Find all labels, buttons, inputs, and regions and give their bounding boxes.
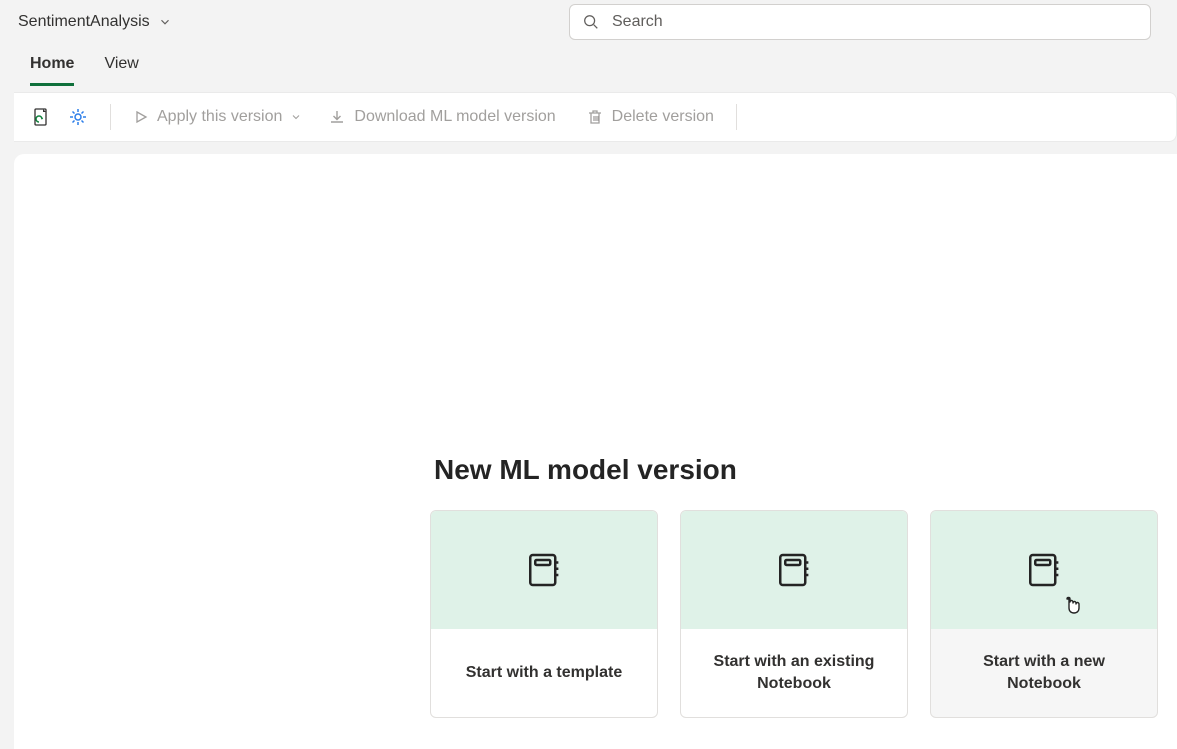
chevron-down-icon xyxy=(290,111,302,123)
separator xyxy=(110,104,111,130)
search-box[interactable] xyxy=(569,4,1151,40)
card-illustration xyxy=(431,511,657,629)
apply-version-label: Apply this version xyxy=(157,108,282,126)
card-start-template[interactable]: Start with a template xyxy=(430,510,658,718)
tab-view[interactable]: View xyxy=(104,55,138,86)
download-version-label: Download ML model version xyxy=(354,108,555,126)
gear-icon[interactable] xyxy=(68,107,88,127)
notebook-icon xyxy=(524,550,564,590)
notebook-icon xyxy=(774,550,814,590)
chevron-down-icon xyxy=(158,15,172,29)
search-input[interactable] xyxy=(610,12,1138,32)
command-bar: Apply this version Download ML model ver… xyxy=(14,92,1177,142)
download-version-button[interactable]: Download ML model version xyxy=(328,108,555,126)
apply-version-button[interactable]: Apply this version xyxy=(133,108,302,126)
delete-version-button[interactable]: Delete version xyxy=(586,108,714,126)
card-start-new-notebook[interactable]: Start with a new Notebook xyxy=(930,510,1158,718)
card-illustration xyxy=(681,511,907,629)
separator xyxy=(736,104,737,130)
tab-strip: Home View xyxy=(0,44,1177,86)
trash-icon xyxy=(586,108,604,126)
page-title: SentimentAnalysis xyxy=(18,13,150,31)
card-start-existing-notebook[interactable]: Start with an existing Notebook xyxy=(680,510,908,718)
top-bar: SentimentAnalysis xyxy=(0,0,1177,44)
search-icon xyxy=(582,13,600,31)
card-label: Start with an existing Notebook xyxy=(681,629,907,717)
card-label: Start with a new Notebook xyxy=(931,629,1157,717)
cursor-pointer-icon xyxy=(1062,595,1082,619)
card-label: Start with a template xyxy=(431,629,657,717)
page-title-dropdown[interactable]: SentimentAnalysis xyxy=(18,13,172,31)
notebook-icon xyxy=(1024,550,1064,590)
refresh-icon[interactable] xyxy=(32,107,52,127)
card-row: Start with a template Start with an exis… xyxy=(430,510,1158,718)
section-title: New ML model version xyxy=(434,454,1157,486)
download-icon xyxy=(328,108,346,126)
play-icon xyxy=(133,109,149,125)
search-container xyxy=(569,4,1151,40)
tab-home[interactable]: Home xyxy=(30,55,74,86)
card-illustration xyxy=(931,511,1157,629)
main-canvas: New ML model version Start with a templa… xyxy=(14,154,1177,749)
delete-version-label: Delete version xyxy=(612,108,714,126)
